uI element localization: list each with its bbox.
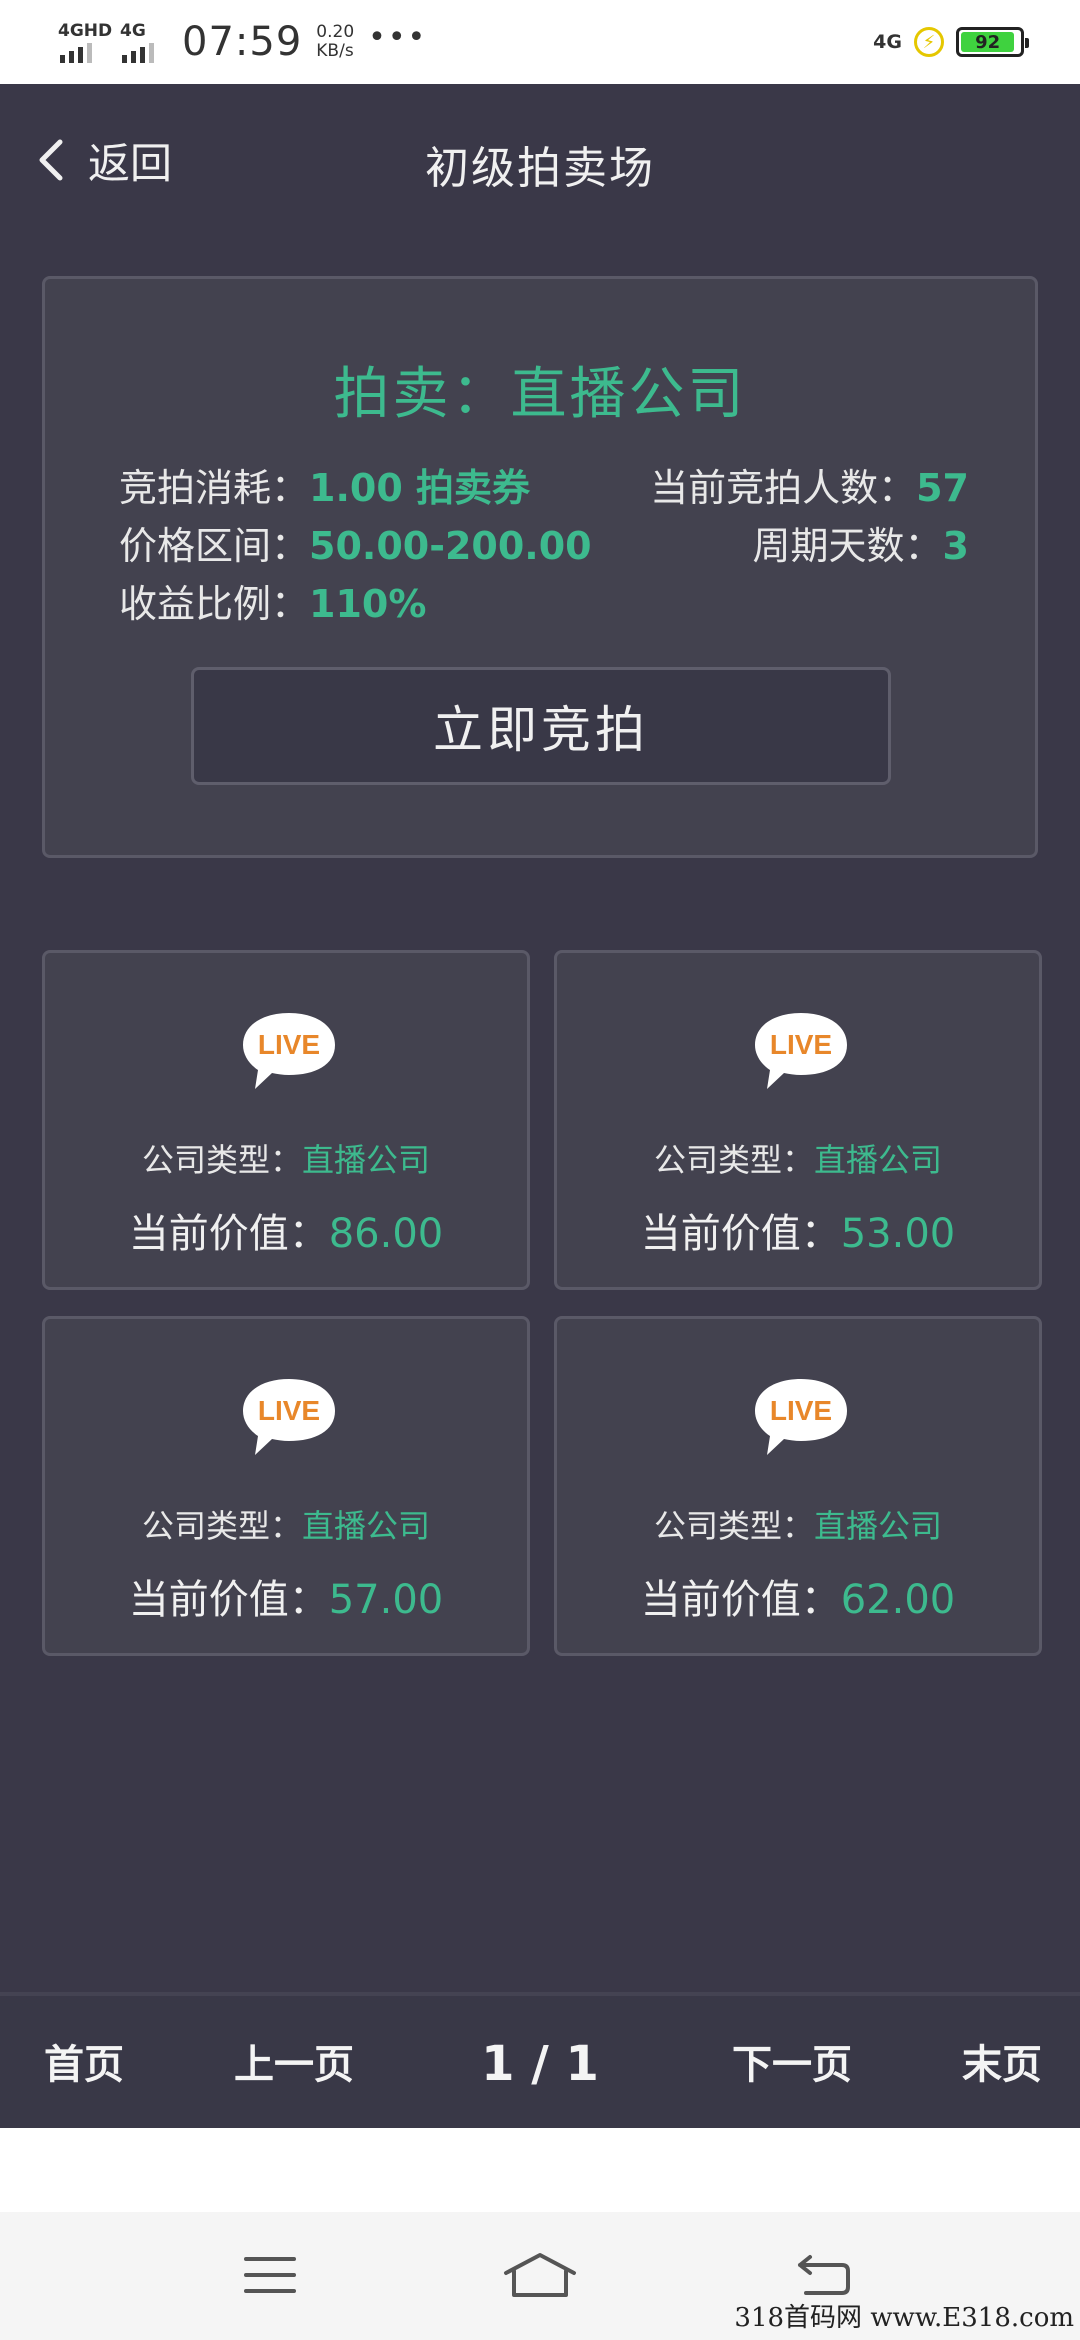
live-icon-text: LIVE [258,1395,320,1426]
company-type: 公司类型：直播公司 [557,1501,1039,1547]
company-type-label: 公司类型： [141,1141,302,1179]
price-range: 价格区间：50.00-200.00 [119,515,592,570]
company-type-value: 直播公司 [814,1507,943,1545]
live-icon-text: LIVE [770,1029,832,1060]
header: 返回 初级拍卖场 [0,84,1080,234]
live-icon-text: LIVE [770,1395,832,1426]
live-chat-icon: LIVE [755,1013,847,1089]
blank-strip [0,2128,1080,2212]
watermark: 318首码网 www.E318.com [734,2303,1074,2333]
company-type-value: 直播公司 [302,1141,431,1179]
company-card[interactable]: LIVE 公司类型：直播公司 当前价值：57.00 [42,1316,530,1656]
charging-icon: ⚡ [914,27,944,57]
yield-ratio-value: 110% [309,582,427,626]
page-title: 初级拍卖场 [425,143,655,194]
live-chat-icon: LIVE [243,1379,335,1455]
menu-button[interactable] [230,2240,310,2310]
company-card[interactable]: LIVE 公司类型：直播公司 当前价值：53.00 [554,950,1042,1290]
company-value-amount: 57.00 [328,1577,444,1623]
company-type-label: 公司类型： [141,1507,302,1545]
menu-icon [244,2257,296,2293]
cycle-days: 周期天数：3 [753,515,969,570]
network-type: 4G [873,31,902,53]
company-type: 公司类型：直播公司 [45,1501,527,1547]
bid-cost-label: 竞拍消耗： [119,466,310,510]
company-value-label: 当前价值： [128,1211,329,1257]
battery-level: 92 [961,32,1015,53]
company-value-amount: 86.00 [328,1211,444,1257]
yield-ratio-label: 收益比例： [119,582,310,626]
auction-title: 拍卖：直播公司 [333,362,747,427]
company-value: 当前价值：57.00 [45,1567,527,1625]
status-time: 07:59 [182,19,303,65]
company-value-label: 当前价值： [128,1577,329,1623]
more-notifications-icon: ••• [368,19,428,55]
company-type-label: 公司类型： [653,1141,814,1179]
live-icon-text: LIVE [258,1029,320,1060]
sim2-label: 4G [120,21,146,41]
home-button[interactable] [500,2240,580,2310]
status-right: 4G ⚡ 92 [873,20,1029,64]
bidder-count: 当前竞拍人数：57 [650,457,969,512]
status-left: 4GHD 4G 07:59 0.20 KB/s ••• [58,14,427,70]
company-card[interactable]: LIVE 公司类型：直播公司 当前价值：62.00 [554,1316,1042,1656]
network-speed: 0.20 KB/s [316,23,354,61]
battery-icon: 92 [956,27,1029,57]
signal-sim1-icon: 4GHD [58,19,112,65]
pagination-bar: 首页 上一页 1 / 1 下一页 末页 [0,1992,1080,2128]
next-page-button[interactable]: 下一页 [732,2032,852,2090]
company-type-value: 直播公司 [814,1141,943,1179]
speed-unit: KB/s [316,41,354,61]
price-range-label: 价格区间： [119,524,310,568]
company-type: 公司类型：直播公司 [45,1135,527,1181]
bid-cost-value: 1.00 拍卖券 [309,466,531,510]
yield-ratio: 收益比例：110% [119,573,426,628]
system-nav-bar: 318首码网 www.E318.com [0,2212,1080,2340]
company-value: 当前价值：53.00 [557,1201,1039,1259]
company-value-amount: 62.00 [840,1577,956,1623]
company-type: 公司类型：直播公司 [557,1135,1039,1181]
sim1-label: 4GHD [58,21,113,41]
company-value-amount: 53.00 [840,1211,956,1257]
bid-cost: 竞拍消耗：1.00 拍卖券 [119,457,530,512]
home-icon [504,2253,576,2297]
company-type-value: 直播公司 [302,1507,431,1545]
bidder-count-value: 57 [916,466,969,510]
auction-info-card: 拍卖：直播公司 竞拍消耗：1.00 拍卖券 当前竞拍人数：57 价格区间：50.… [42,276,1038,858]
company-card[interactable]: LIVE 公司类型：直播公司 当前价值：86.00 [42,950,530,1290]
live-chat-icon: LIVE [755,1379,847,1455]
bidder-count-label: 当前竞拍人数： [650,466,917,510]
speed-value: 0.20 [316,22,355,42]
status-bar: 4GHD 4G 07:59 0.20 KB/s ••• 4G ⚡ 92 [0,0,1080,84]
company-type-label: 公司类型： [653,1507,814,1545]
last-page-button[interactable]: 末页 [962,2032,1042,2090]
bid-now-button[interactable]: 立即竞拍 [191,667,891,785]
app-screen: 返回 初级拍卖场 拍卖：直播公司 竞拍消耗：1.00 拍卖券 当前竞拍人数：57… [0,84,1080,2128]
return-icon [798,2255,850,2295]
company-value: 当前价值：86.00 [45,1201,527,1259]
cycle-days-label: 周期天数： [752,524,943,568]
live-chat-icon: LIVE [243,1013,335,1089]
signal-sim2-icon: 4G [120,19,168,65]
company-value: 当前价值：62.00 [557,1567,1039,1625]
company-value-label: 当前价值： [640,1577,841,1623]
price-range-value: 50.00-200.00 [309,524,592,568]
page-indicator: 1 / 1 [481,2036,599,2092]
cycle-days-value: 3 [942,524,969,568]
company-value-label: 当前价值： [640,1211,841,1257]
